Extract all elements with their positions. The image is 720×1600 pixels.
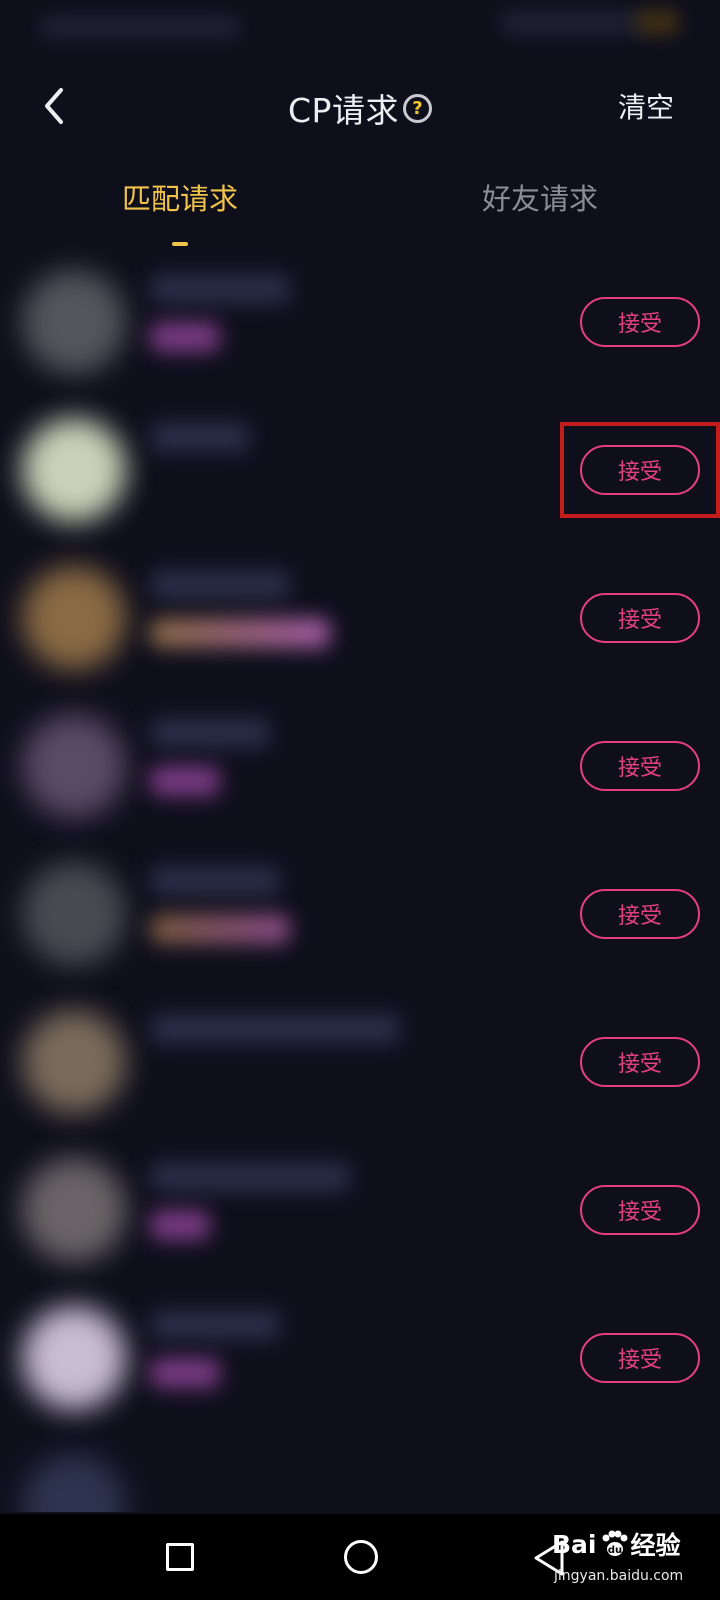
status-blob-right: [500, 10, 650, 36]
name-placeholder: [150, 718, 270, 748]
list-item: 接受: [0, 840, 720, 988]
highlight-annotation: [560, 422, 720, 518]
help-symbol: ?: [412, 97, 423, 119]
list-item: 接受: [0, 1136, 720, 1284]
name-placeholder: [150, 1310, 280, 1340]
paw-icon: du: [602, 1530, 627, 1556]
tag-placeholder: [150, 914, 290, 944]
avatar: [22, 714, 126, 818]
accept-button[interactable]: 接受: [580, 1185, 700, 1235]
svg-text:du: du: [607, 1545, 621, 1556]
tag-placeholder: [150, 1210, 210, 1240]
name-placeholder: [150, 1162, 350, 1192]
status-blob-left: [40, 14, 240, 40]
list-item: 接受: [0, 544, 720, 692]
avatar: [22, 270, 126, 374]
status-blob-battery: [636, 8, 680, 36]
tab-match-requests[interactable]: 匹配请求: [80, 176, 280, 218]
tag-placeholder: [150, 322, 220, 352]
circle-icon[interactable]: [344, 1540, 378, 1574]
list-item: 接受: [0, 248, 720, 396]
avatar: [22, 1158, 126, 1262]
name-placeholder: [150, 570, 290, 600]
list-item: 接受: [0, 988, 720, 1136]
accept-button[interactable]: 接受: [580, 741, 700, 791]
avatar: [22, 1010, 126, 1114]
watermark-brand-right: 经验: [630, 1531, 681, 1560]
list-item: 接受: [0, 1284, 720, 1432]
tab-friend-requests[interactable]: 好友请求: [440, 176, 640, 218]
accept-button[interactable]: 接受: [580, 1333, 700, 1383]
avatar: [22, 1454, 126, 1512]
avatar: [22, 1306, 126, 1410]
tag-placeholder: [150, 1358, 220, 1388]
header-bar: CP请求 ? 清空: [0, 64, 720, 144]
accept-button[interactable]: 接受: [580, 1037, 700, 1087]
watermark-logo: Bai du 经验: [552, 1526, 681, 1562]
title-group: CP请求 ?: [0, 84, 720, 132]
name-placeholder: [150, 866, 280, 896]
watermark: Bai du 经验 jingyan.baidu.com: [552, 1526, 714, 1594]
avatar: [22, 862, 126, 966]
system-nav-bar: Bai du 经验 jingyan.baidu.com: [0, 1514, 720, 1600]
clear-button[interactable]: 清空: [618, 86, 674, 126]
accept-button[interactable]: 接受: [580, 889, 700, 939]
question-circle-icon[interactable]: ?: [402, 93, 432, 123]
list-item-partial: [0, 1432, 720, 1512]
list-item: 接受: [0, 692, 720, 840]
watermark-brand-left: Bai: [552, 1529, 597, 1559]
avatar: [22, 418, 126, 522]
status-bar: [0, 0, 720, 56]
name-placeholder: [150, 1014, 400, 1044]
name-placeholder: [150, 274, 290, 304]
square-icon[interactable]: [166, 1543, 194, 1571]
page-title: CP请求: [288, 91, 399, 130]
request-tabs: 匹配请求 好友请求: [0, 176, 720, 246]
avatar: [22, 566, 126, 670]
accept-button[interactable]: 接受: [580, 593, 700, 643]
tag-placeholder: [150, 618, 330, 648]
accept-button[interactable]: 接受: [580, 297, 700, 347]
watermark-url: jingyan.baidu.com: [554, 1568, 684, 1584]
active-tab-indicator: [172, 242, 188, 246]
tag-placeholder: [150, 766, 220, 796]
name-placeholder: [150, 422, 250, 452]
